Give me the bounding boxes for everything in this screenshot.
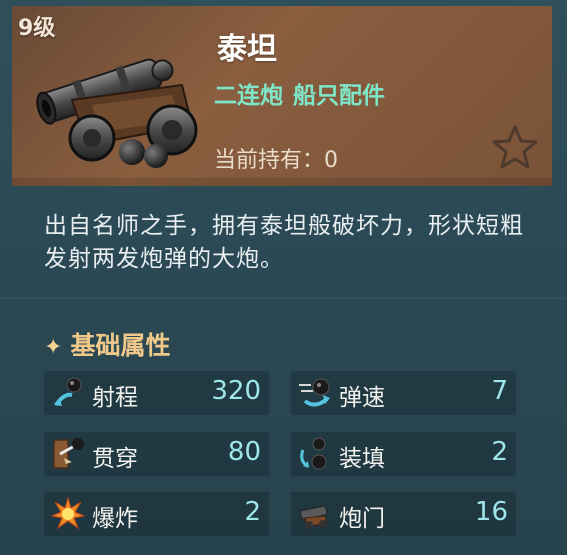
reload-icon bbox=[300, 437, 327, 470]
projectile-speed-icon bbox=[299, 378, 330, 407]
penetration-icon bbox=[53, 438, 84, 469]
favorite-star-icon[interactable] bbox=[490, 123, 540, 173]
item-tag: 船只配件 bbox=[293, 83, 385, 109]
stat-projectile-speed: 弹速 7 bbox=[291, 371, 516, 415]
stat-value: 320 bbox=[211, 376, 261, 406]
stat-reload: 装填 2 bbox=[291, 432, 516, 476]
cannon-port-icon bbox=[300, 505, 328, 529]
stat-value: 2 bbox=[491, 437, 508, 467]
item-tag: 二连炮 bbox=[214, 83, 283, 109]
stat-value: 2 bbox=[244, 497, 261, 527]
section-title-basic-attributes: ✦ 基础属性 bbox=[44, 326, 170, 362]
owned-value: 0 bbox=[324, 148, 339, 173]
divider bbox=[0, 298, 567, 299]
stat-range: 射程 320 bbox=[44, 371, 269, 415]
item-name: 泰坦 bbox=[217, 32, 277, 67]
sparkle-icon: ✦ bbox=[44, 335, 63, 360]
stat-penetration: 贯穿 80 bbox=[44, 432, 269, 476]
stat-label: 弹速 bbox=[339, 385, 385, 411]
stat-label: 爆炸 bbox=[92, 506, 138, 532]
item-description: 出自名师之手，拥有泰坦般破坏力，形状短粗发射两发炮弹的大炮。 bbox=[44, 213, 524, 272]
stat-value: 16 bbox=[474, 497, 508, 527]
explosion-icon bbox=[50, 496, 86, 530]
section-title-text: 基础属性 bbox=[70, 331, 171, 360]
stat-value: 7 bbox=[491, 376, 508, 406]
owned-count: 当前持有：0 bbox=[214, 142, 338, 174]
stat-label: 炮门 bbox=[339, 506, 385, 532]
stat-value: 80 bbox=[227, 437, 261, 467]
stat-label: 射程 bbox=[92, 385, 138, 411]
stat-label: 贯穿 bbox=[92, 446, 138, 472]
stat-label: 装填 bbox=[339, 446, 385, 472]
stat-cannon-port: 炮门 16 bbox=[291, 492, 516, 536]
cannon-image bbox=[36, 58, 198, 168]
range-icon bbox=[54, 377, 82, 407]
item-detail-card: 9级 泰坦 二连炮 船只配件 当前持有：0 出自名师之手，拥有泰坦般破坏力，形状… bbox=[0, 0, 567, 555]
stat-explosion: 爆炸 2 bbox=[44, 492, 269, 536]
item-tags: 二连炮 船只配件 bbox=[214, 76, 395, 110]
item-header: 9级 泰坦 二连炮 船只配件 当前持有：0 bbox=[12, 6, 552, 186]
owned-label: 当前持有： bbox=[214, 148, 325, 173]
